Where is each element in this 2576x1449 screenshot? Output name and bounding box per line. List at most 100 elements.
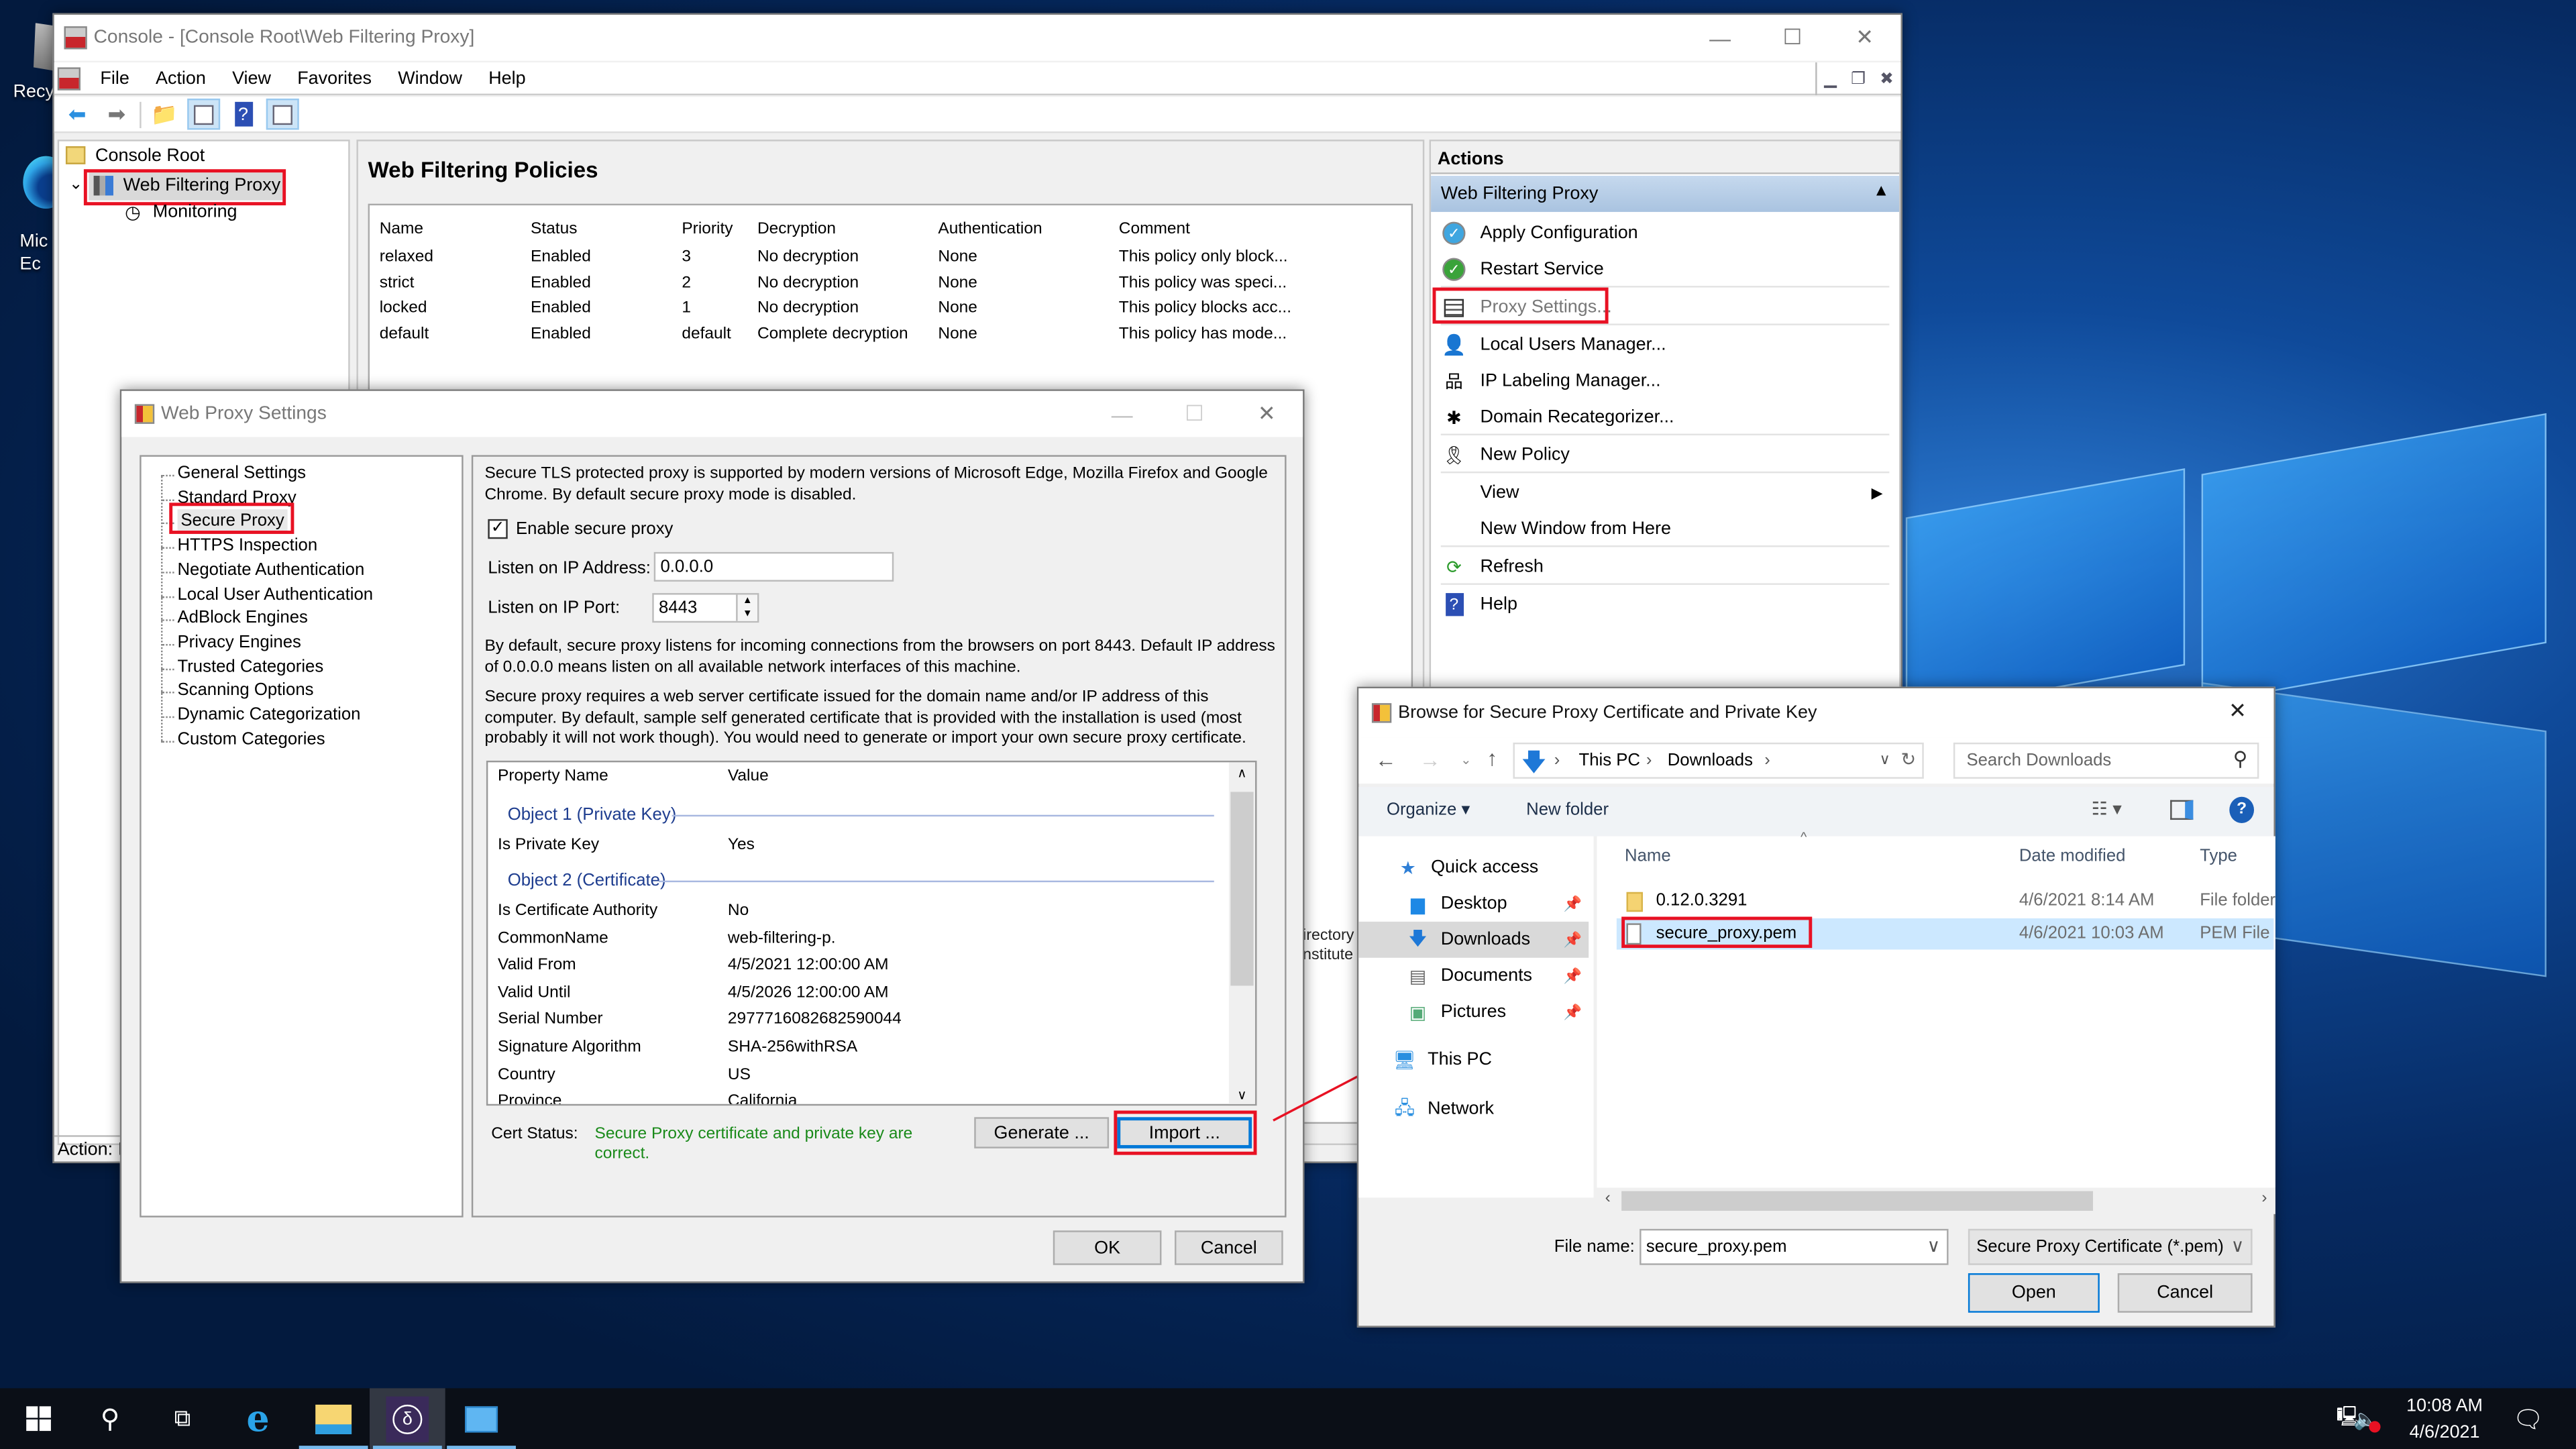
ip-address-input[interactable]: 0.0.0.0 <box>653 551 894 582</box>
menu-view[interactable]: View <box>219 68 284 88</box>
pin-icon[interactable]: 📌 <box>1564 1003 1582 1021</box>
settings-nav-privacy-engines[interactable]: Privacy Engines <box>177 631 301 655</box>
property-group-header[interactable]: Object 1 (Private Key) <box>508 802 677 828</box>
back-arrow-icon[interactable]: ← <box>1375 747 1397 772</box>
action-local-users-manager[interactable]: 👤 Local Users Manager... <box>1441 327 1890 363</box>
file-type-select[interactable]: Secure Proxy Certificate (*.pem) ∨ <box>1968 1228 2253 1265</box>
cancel-button[interactable]: Cancel <box>1175 1230 1283 1265</box>
property-row[interactable]: Is Certificate Authority No <box>498 899 1221 925</box>
settings-nav-dynamic-categorization[interactable]: Dynamic Categorization <box>177 703 360 728</box>
spin-down-icon[interactable]: ▼ <box>738 608 757 621</box>
control-panel-icon[interactable] <box>443 1388 519 1449</box>
column-header-decryption[interactable]: Decryption <box>751 212 931 245</box>
ok-button[interactable]: OK <box>1053 1230 1162 1265</box>
enable-secure-proxy-checkbox[interactable]: ✓ <box>488 519 508 539</box>
pin-icon[interactable]: 📌 <box>1564 967 1582 985</box>
table-row[interactable]: default Enabled default Complete decryption… <box>373 321 1309 347</box>
column-header-date-modified[interactable]: Date modified <box>2019 846 2126 865</box>
scroll-down-icon[interactable]: ∨ <box>1229 1084 1255 1104</box>
nav-item-documents[interactable]: ▤ Documents 📌 <box>1358 958 1589 994</box>
column-header-value[interactable]: Value <box>728 767 769 786</box>
nav-item-pictures[interactable]: ▣ Pictures 📌 <box>1358 994 1589 1030</box>
breadcrumb-downloads[interactable]: Downloads <box>1668 751 1753 770</box>
clock[interactable]: 10:08 AM 4/6/2021 <box>2392 1393 2498 1446</box>
maximize-button[interactable]: ☐ <box>1756 15 1829 61</box>
search-icon[interactable]: ⚲ <box>2233 747 2248 770</box>
recent-locations-icon[interactable]: ⌄ <box>1460 753 1471 767</box>
property-row[interactable]: CommonName web-filtering-p. <box>498 926 1221 952</box>
up-arrow-icon[interactable]: ↑ <box>1487 746 1497 771</box>
child-restore-button[interactable]: ❐ <box>1851 70 1866 88</box>
menu-file[interactable]: File <box>87 68 143 88</box>
back-arrow-icon[interactable]: ⬅ <box>61 99 94 130</box>
column-header-priority[interactable]: Priority <box>676 212 751 245</box>
table-row[interactable]: strict Enabled 2 No decryption None This poli… <box>373 270 1309 296</box>
settings-nav-secure-proxy[interactable]: Secure Proxy <box>177 510 288 535</box>
scroll-up-icon[interactable]: ∧ <box>1229 762 1255 785</box>
table-row[interactable]: relaxed Enabled 3 No decryption None This pol… <box>373 245 1309 270</box>
show-hide-console-tree-icon[interactable] <box>187 98 221 130</box>
start-icon[interactable] <box>0 1388 76 1449</box>
column-header-status[interactable]: Status <box>524 212 675 245</box>
ip-port-stepper[interactable]: 8443 ▲ ▼ <box>652 593 759 623</box>
chevron-down-icon[interactable]: ∨ <box>1927 1236 1941 1256</box>
forward-arrow-icon[interactable]: → <box>1419 747 1441 772</box>
scroll-thumb[interactable] <box>1230 792 1254 986</box>
open-button[interactable]: Open <box>1968 1273 2100 1313</box>
settings-nav-standard-proxy[interactable]: Standard Proxy <box>177 486 296 511</box>
generate-button[interactable]: Generate ... <box>974 1117 1110 1148</box>
tree-item-console-root[interactable]: Console Root <box>95 146 205 166</box>
delta-app-icon[interactable]: δ <box>370 1388 445 1449</box>
close-button[interactable]: ✕ <box>1230 391 1303 437</box>
column-header-type[interactable]: Type <box>2200 846 2237 865</box>
action-help[interactable]: ? Help <box>1441 586 1890 623</box>
column-header-name[interactable]: Name <box>373 212 524 245</box>
grid-scrollbar[interactable]: ∧ ∨ <box>1228 762 1256 1104</box>
task-view-icon[interactable]: ⧉ <box>145 1388 221 1449</box>
tree-item-monitoring[interactable]: Monitoring <box>153 202 237 221</box>
column-header-comment[interactable]: Comment <box>1112 212 1309 245</box>
file-explorer-icon[interactable] <box>296 1388 372 1449</box>
minimize-button[interactable]: — <box>1086 391 1159 437</box>
new-folder-button[interactable]: New folder <box>1526 800 1609 820</box>
menu-help[interactable]: Help <box>476 68 539 88</box>
action-ip-labeling-manager[interactable]: 品 IP Labeling Manager... <box>1441 363 1890 399</box>
table-row[interactable]: locked Enabled 1 No decryption None This poli… <box>373 296 1309 321</box>
settings-nav-adblock-engines[interactable]: AdBlock Engines <box>177 606 307 631</box>
minimize-button[interactable]: — <box>1684 15 1756 61</box>
refresh-icon[interactable]: ↻ <box>1900 749 1916 770</box>
close-button[interactable]: ✕ <box>2202 688 2274 735</box>
preview-pane-icon[interactable] <box>2170 800 2194 820</box>
column-header-name[interactable]: Name <box>1625 846 1671 865</box>
nav-item-this-pc[interactable]: 🖥 This PC <box>1358 1042 1589 1078</box>
notifications-icon[interactable]: 🗨 <box>2491 1388 2567 1449</box>
property-row[interactable]: Signature Algorithm SHA-256withRSA <box>498 1035 1221 1061</box>
column-header-authentication[interactable]: Authentication <box>932 212 1112 245</box>
actions-group-header[interactable]: Web Filtering Proxy ▲ <box>1431 176 1900 212</box>
nav-item-quick-access[interactable]: ★ Quick access <box>1358 849 1589 885</box>
nav-item-network[interactable]: 🖧 Network <box>1358 1091 1589 1127</box>
tree-item-web-filtering-proxy[interactable]: Web Filtering Proxy <box>89 172 283 201</box>
address-dropdown-icon[interactable]: ∨ <box>1880 751 1890 769</box>
up-folder-icon[interactable]: 📁 <box>148 99 180 130</box>
action-apply-configuration[interactable]: ✓ Apply Configuration <box>1441 215 1890 252</box>
action-restart-service[interactable]: ✓ Restart Service <box>1441 252 1890 288</box>
import-button[interactable]: Import ... <box>1117 1117 1252 1148</box>
collapse-triangle-icon[interactable]: ▲ <box>1873 182 1889 201</box>
chevron-down-icon[interactable]: ⌄ <box>69 176 83 194</box>
nav-item-desktop[interactable]: ▆ Desktop 📌 <box>1358 885 1589 922</box>
menu-window[interactable]: Window <box>385 68 476 88</box>
show-hide-action-pane-icon[interactable] <box>266 98 299 130</box>
scroll-left-icon[interactable]: ‹ <box>1605 1189 1611 1208</box>
horizontal-scrollbar[interactable]: ‹ › <box>1597 1187 2275 1214</box>
property-row[interactable]: Serial Number 2977716082682590044 <box>498 1008 1221 1034</box>
settings-nav-general-settings[interactable]: General Settings <box>177 462 306 486</box>
spin-buttons[interactable]: ▲ ▼ <box>736 594 757 621</box>
property-row[interactable]: Country US <box>498 1063 1221 1089</box>
property-row[interactable]: Is Private Key Yes <box>498 833 1221 859</box>
help-icon[interactable]: ? <box>227 99 260 130</box>
organize-button[interactable]: Organize ▾ <box>1387 800 1470 820</box>
settings-nav-local-user-authentication[interactable]: Local User Authentication <box>177 582 373 607</box>
address-bar[interactable]: 🡇 › This PC › Downloads › ∨ ↻ <box>1513 742 1924 779</box>
close-button[interactable]: ✕ <box>1829 15 1901 61</box>
